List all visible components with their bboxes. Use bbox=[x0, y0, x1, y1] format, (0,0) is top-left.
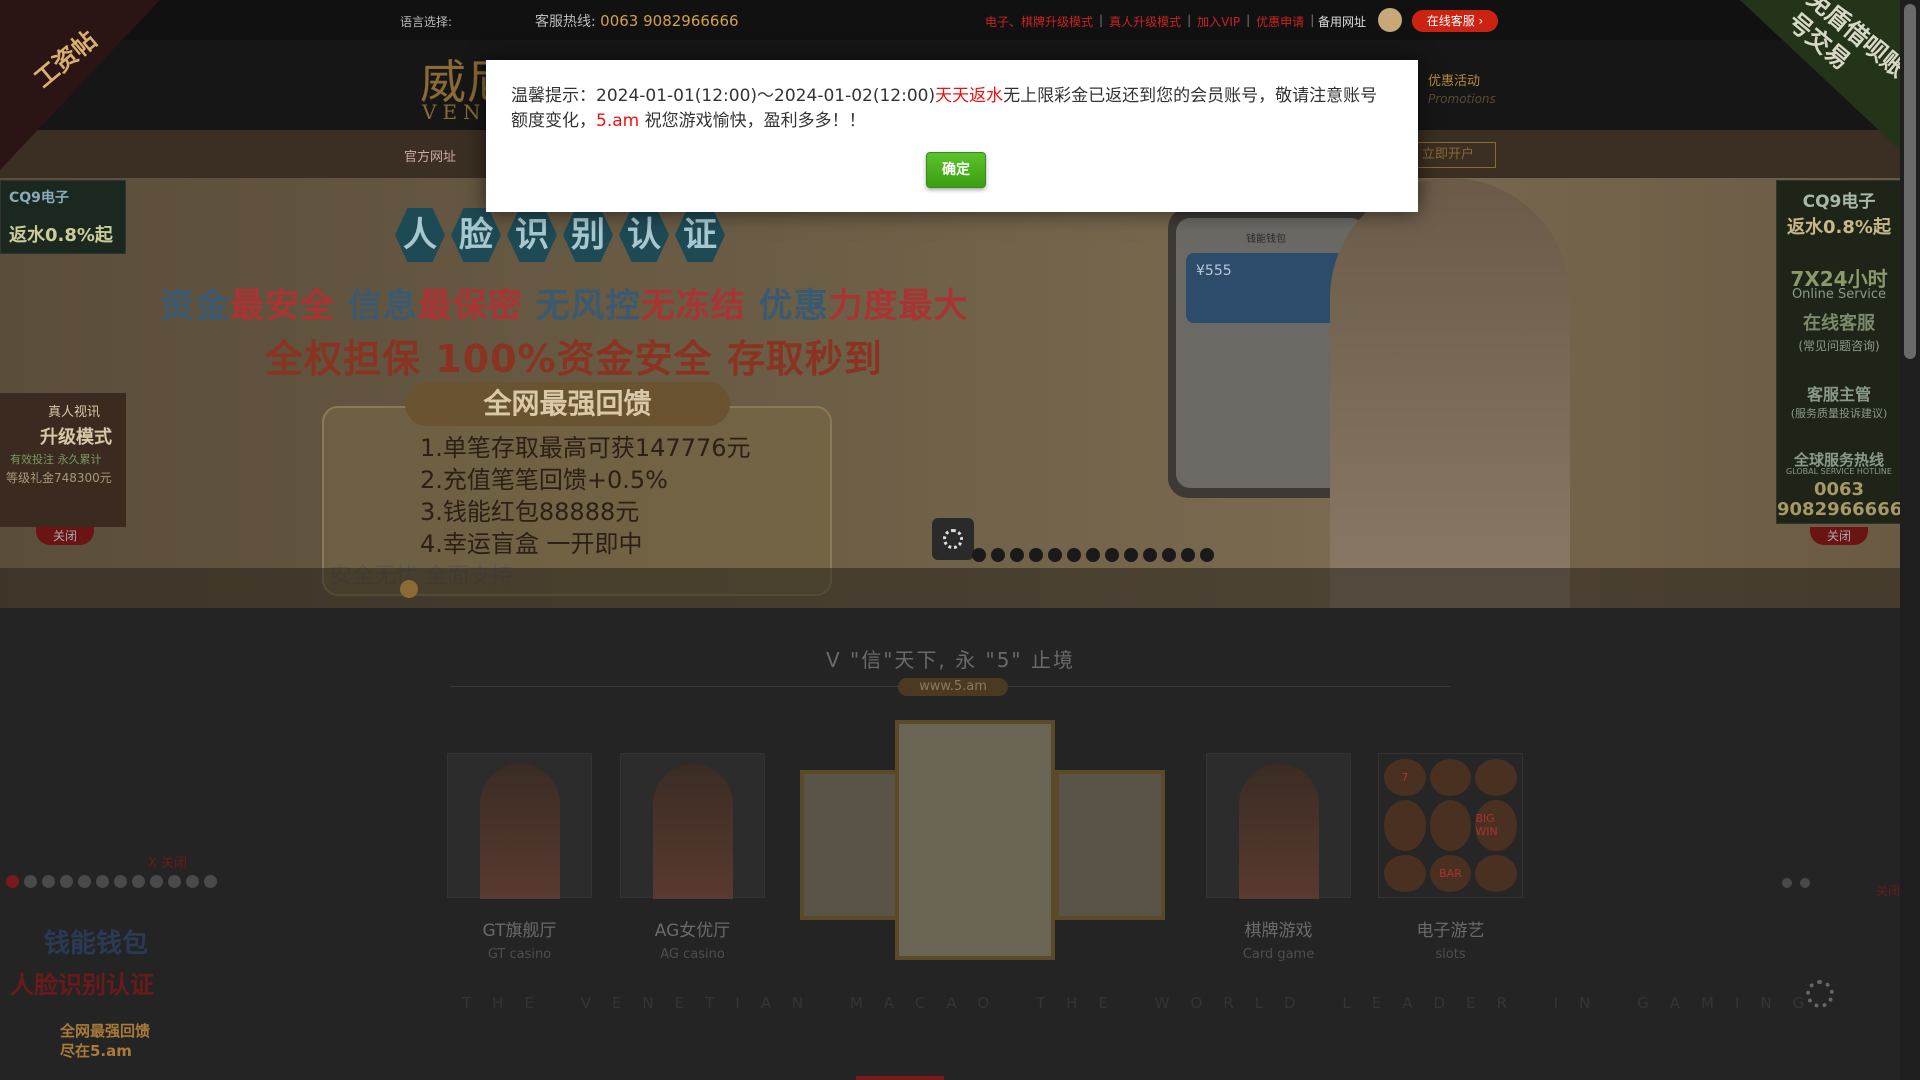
notice-message: 温馨提示：2024-01-01(12:00)～2024-01-02(12:00)… bbox=[511, 86, 1378, 131]
confirm-button[interactable]: 确定 bbox=[926, 152, 986, 188]
notice-dialog: 温馨提示：2024-01-01(12:00)～2024-01-02(12:00)… bbox=[486, 60, 1418, 212]
scrollbar-thumb[interactable] bbox=[1904, 4, 1916, 359]
scrollbar[interactable] bbox=[1900, 0, 1920, 1080]
